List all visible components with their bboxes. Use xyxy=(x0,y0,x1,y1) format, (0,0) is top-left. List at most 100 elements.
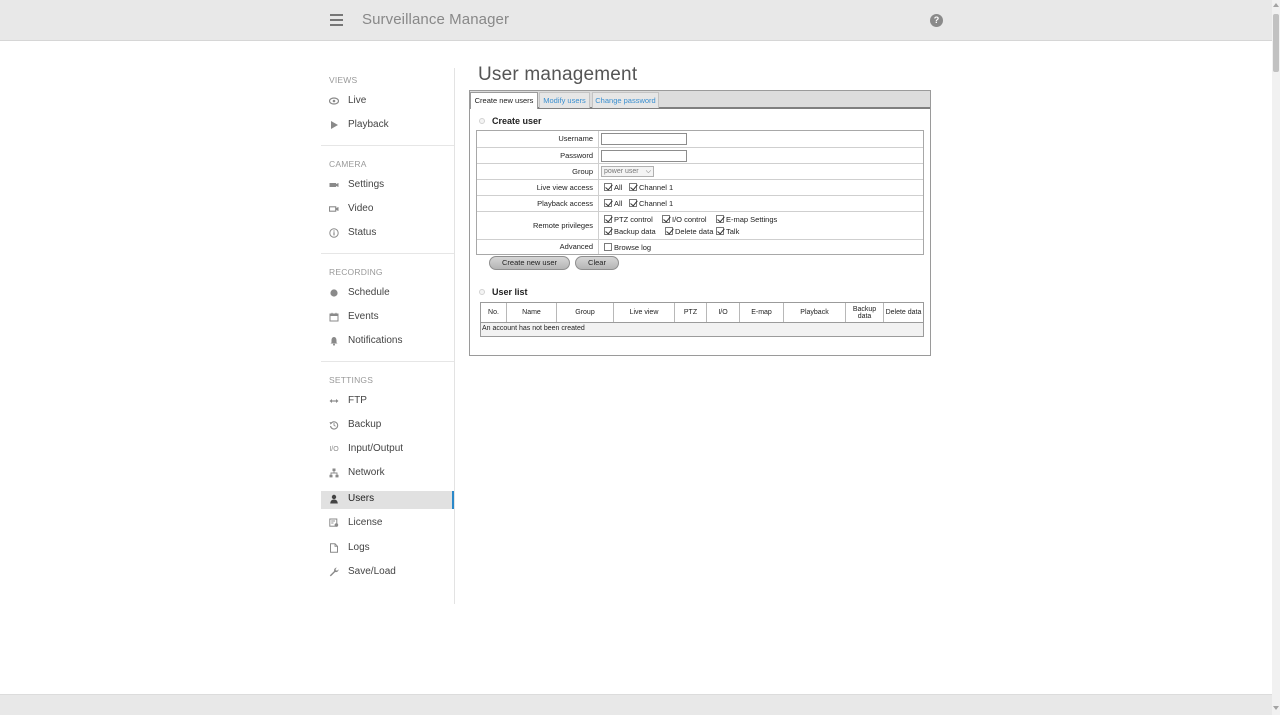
sidebar-item-backup[interactable]: Backup xyxy=(321,417,454,435)
playback-all-checkbox[interactable]: All xyxy=(604,199,622,210)
checkbox-checked-icon xyxy=(604,199,612,207)
checkbox-checked-icon xyxy=(716,227,724,235)
sidebar-item-label: Video xyxy=(348,203,374,214)
username-label: Username xyxy=(477,131,599,147)
app-title: Surveillance Manager xyxy=(362,11,510,28)
form-row-group: Group power user ⌵ xyxy=(477,163,923,179)
section-bullet-icon xyxy=(479,289,485,295)
history-icon xyxy=(329,420,339,431)
playback-access-label: Playback access xyxy=(477,196,599,211)
advanced-label: Advanced xyxy=(477,240,599,254)
page-scrollbar[interactable] xyxy=(1272,0,1280,715)
sidebar-heading-settings: SETTINGS xyxy=(329,375,374,385)
hamburger-icon[interactable] xyxy=(330,14,343,26)
column-header: Playback xyxy=(784,303,846,322)
tab-create-new-users[interactable]: Create new users xyxy=(470,92,538,109)
scrollbar-thumb[interactable] xyxy=(1273,14,1279,72)
checkbox-checked-icon xyxy=(662,215,670,223)
sidebar-item-status[interactable]: Status xyxy=(321,225,454,243)
user-list-header-row: No. Name Group Live view PTZ I/O E-map P… xyxy=(481,303,923,323)
create-user-heading: Create user xyxy=(492,116,542,126)
sidebar-item-ftp[interactable]: FTP xyxy=(321,393,454,411)
tab-change-password[interactable]: Change password xyxy=(592,92,659,108)
top-bar: Surveillance Manager ? xyxy=(0,0,1272,41)
checkbox-checked-icon xyxy=(629,183,637,191)
sidebar-item-events[interactable]: Events xyxy=(321,309,454,327)
sidebar-divider xyxy=(321,145,454,146)
user-icon xyxy=(329,494,339,505)
footer-bar xyxy=(0,694,1272,715)
sidebar-item-live[interactable]: Live xyxy=(321,93,454,111)
bell-icon xyxy=(329,336,339,347)
sidebar-divider xyxy=(321,253,454,254)
column-header: Name xyxy=(507,303,557,322)
form-row-playback-access: Playback access All Channel 1 xyxy=(477,195,923,211)
sidebar-item-label: Settings xyxy=(348,179,385,190)
tab-modify-users[interactable]: Modify users xyxy=(539,92,590,108)
checkbox-label: Browse log xyxy=(614,243,652,252)
sidebar-item-logs[interactable]: Logs xyxy=(321,540,454,558)
remote-privileges-label: Remote privileges xyxy=(477,212,599,239)
checkbox-label: Backup data xyxy=(614,227,656,236)
question-icon[interactable]: ? xyxy=(930,14,943,27)
sidebar-divider xyxy=(321,361,454,362)
form-row-advanced: Advanced Browse log xyxy=(477,239,923,254)
checkbox-label: All xyxy=(614,199,623,208)
checkbox-label: Channel 1 xyxy=(639,183,674,192)
sidebar-item-label: Events xyxy=(348,311,379,322)
live-view-channel-1-checkbox[interactable]: Channel 1 xyxy=(629,183,673,194)
sidebar-item-license[interactable]: License xyxy=(321,515,454,533)
empty-list-message: An account has not been created xyxy=(482,325,585,332)
browse-log-checkbox[interactable]: Browse log xyxy=(604,243,651,254)
sidebar-item-input-output[interactable]: I/O Input/Output xyxy=(321,441,454,459)
sidebar: VIEWS Live Playback CAMERA Settings Vide… xyxy=(321,68,455,604)
group-select[interactable]: power user ⌵ xyxy=(601,166,654,177)
create-user-form: Username Password Group power user ⌵ Live… xyxy=(476,130,924,255)
sidebar-item-notifications[interactable]: Notifications xyxy=(321,333,454,351)
calendar-icon xyxy=(329,312,339,323)
create-new-user-button[interactable]: Create new user xyxy=(489,256,570,270)
sidebar-item-label: Live xyxy=(348,95,367,106)
io-icon: I/O xyxy=(329,446,339,453)
e-map-settings-checkbox[interactable]: E-map Settings xyxy=(716,215,777,226)
io-control-checkbox[interactable]: I/O control xyxy=(662,215,707,226)
sidebar-item-network[interactable]: Network xyxy=(321,465,454,483)
password-field[interactable] xyxy=(601,150,687,162)
sidebar-item-users[interactable]: Users xyxy=(321,491,454,509)
live-view-all-checkbox[interactable]: All xyxy=(604,183,622,194)
backup-data-checkbox[interactable]: Backup data xyxy=(604,227,656,238)
username-field[interactable] xyxy=(601,133,687,145)
checkbox-label: All xyxy=(614,183,623,192)
password-label: Password xyxy=(477,148,599,163)
sidebar-item-label: Notifications xyxy=(348,335,403,346)
network-icon xyxy=(329,468,339,479)
checkbox-unchecked-icon xyxy=(604,243,612,251)
checkbox-label: PTZ control xyxy=(614,215,653,224)
scroll-up-arrow-icon[interactable] xyxy=(1273,3,1279,7)
sidebar-heading-recording: RECORDING xyxy=(329,267,383,277)
section-bullet-icon xyxy=(479,118,485,124)
sidebar-item-settings[interactable]: Settings xyxy=(321,177,454,195)
sidebar-item-video[interactable]: Video xyxy=(321,201,454,219)
checkbox-label: Talk xyxy=(726,227,740,236)
column-header: Delete data xyxy=(885,309,922,316)
scroll-down-arrow-icon[interactable] xyxy=(1273,706,1279,710)
delete-data-checkbox[interactable]: Delete data xyxy=(665,227,713,238)
column-header: E-map xyxy=(740,303,784,322)
playback-channel-1-checkbox[interactable]: Channel 1 xyxy=(629,199,673,210)
sidebar-item-label: Backup xyxy=(348,419,382,430)
sidebar-item-label: Network xyxy=(348,467,385,478)
talk-checkbox[interactable]: Talk xyxy=(716,227,739,238)
clear-button[interactable]: Clear xyxy=(575,256,619,270)
checkbox-label: I/O control xyxy=(672,215,707,224)
checkbox-label: Delete data xyxy=(675,227,714,236)
sidebar-item-label: Status xyxy=(348,227,377,238)
checkbox-label: E-map Settings xyxy=(726,215,778,224)
column-header: Live view xyxy=(614,303,675,322)
sidebar-item-save-load[interactable]: Save/Load xyxy=(321,564,454,582)
sidebar-item-playback[interactable]: Playback xyxy=(321,117,454,135)
record-dot-icon xyxy=(329,288,339,299)
play-icon xyxy=(329,120,339,131)
ptz-control-checkbox[interactable]: PTZ control xyxy=(604,215,653,226)
sidebar-item-schedule[interactable]: Schedule xyxy=(321,285,454,303)
